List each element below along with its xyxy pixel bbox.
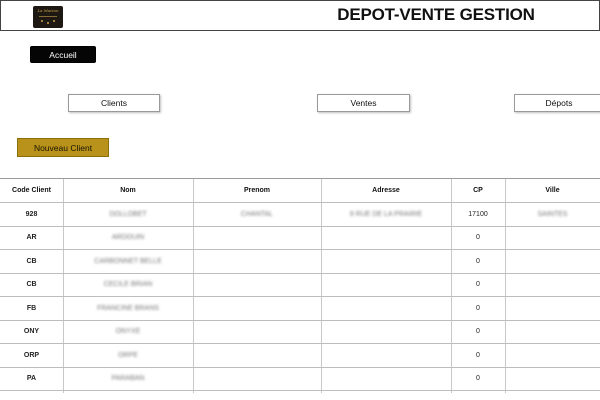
logo-text: La Maison bbox=[37, 8, 59, 13]
col-ville-header[interactable]: Ville bbox=[505, 179, 600, 202]
logo-ornament bbox=[41, 20, 43, 22]
row-divider bbox=[0, 390, 600, 391]
cell-code-client[interactable]: CB bbox=[0, 273, 63, 296]
cell-code-client[interactable]: CB bbox=[0, 250, 63, 273]
logo-ornament bbox=[53, 20, 55, 22]
cell-cp[interactable]: 0 bbox=[451, 344, 505, 367]
cell-nom[interactable]: ORPE bbox=[63, 344, 193, 367]
cell-code-client[interactable]: FB bbox=[0, 297, 63, 320]
ventes-button[interactable]: Ventes bbox=[317, 94, 410, 112]
cell-code-client[interactable]: AR bbox=[0, 226, 63, 249]
cell-nom[interactable]: CARBONNET BELLE bbox=[63, 250, 193, 273]
accueil-button[interactable]: Accueil bbox=[30, 46, 96, 63]
cell-code-client[interactable]: ORP bbox=[0, 344, 63, 367]
col-cp-header[interactable]: CP bbox=[451, 179, 505, 202]
depots-button[interactable]: Dépots bbox=[514, 94, 600, 112]
col-nom-header[interactable]: Nom bbox=[63, 179, 193, 202]
top-bar: La Maison DEPOT-VENTE GESTION bbox=[0, 0, 600, 31]
cell-ville[interactable]: SAINTES bbox=[505, 203, 600, 226]
cell-nom[interactable]: PARABAN bbox=[63, 367, 193, 390]
cell-cp[interactable]: 0 bbox=[451, 226, 505, 249]
cell-code-client[interactable]: PA bbox=[0, 367, 63, 390]
app-logo: La Maison bbox=[33, 6, 63, 28]
col-prenom-header[interactable]: Prenom bbox=[193, 179, 321, 202]
cell-nom[interactable]: DOLLOBET bbox=[63, 203, 193, 226]
cell-nom[interactable]: CECILE BRIAN bbox=[63, 273, 193, 296]
cell-code-client[interactable]: 928 bbox=[0, 203, 63, 226]
logo-divider bbox=[39, 16, 57, 17]
cell-nom[interactable]: FRANCINE BRANS bbox=[63, 297, 193, 320]
cell-cp[interactable]: 0 bbox=[451, 297, 505, 320]
cell-adresse[interactable]: 8 RUE DE LA PRAIRIE bbox=[321, 203, 451, 226]
cell-cp[interactable]: 0 bbox=[451, 250, 505, 273]
cell-nom[interactable]: ARDOUIN bbox=[63, 226, 193, 249]
cell-prenom[interactable]: CHANTAL bbox=[193, 203, 321, 226]
cell-nom[interactable]: ONYXE bbox=[63, 320, 193, 343]
col-code-client-header[interactable]: Code Client bbox=[0, 179, 63, 202]
clients-table: Code Client Nom Prenom Adresse CP Ville 928 DOL… bbox=[0, 178, 600, 393]
nouveau-client-button[interactable]: Nouveau Client bbox=[17, 138, 109, 157]
logo-ornament bbox=[47, 22, 49, 24]
cell-code-client[interactable]: ONY bbox=[0, 320, 63, 343]
col-adresse-header[interactable]: Adresse bbox=[321, 179, 451, 202]
page-title: DEPOT-VENTE GESTION bbox=[337, 5, 535, 24]
cell-cp[interactable]: 0 bbox=[451, 273, 505, 296]
clients-button[interactable]: Clients bbox=[68, 94, 160, 112]
cell-cp[interactable]: 17100 bbox=[451, 203, 505, 226]
cell-cp[interactable]: 0 bbox=[451, 367, 505, 390]
cell-cp[interactable]: 0 bbox=[451, 320, 505, 343]
